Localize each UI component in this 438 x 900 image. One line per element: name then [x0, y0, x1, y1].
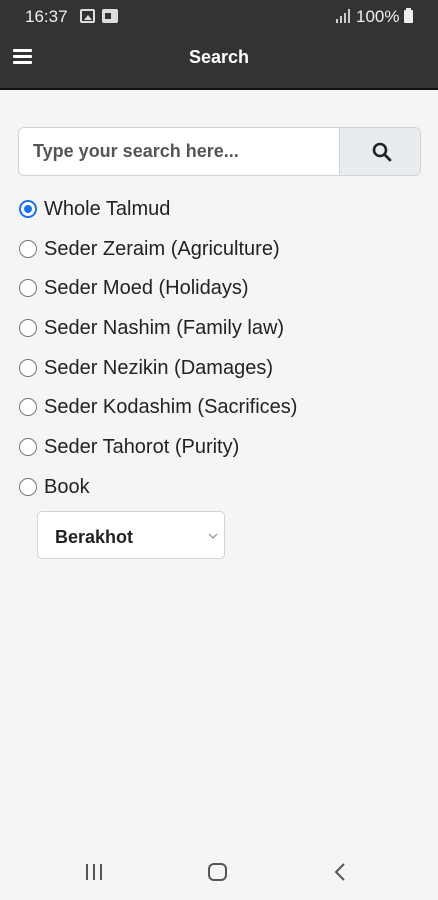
recent-apps-icon[interactable] [86, 864, 104, 880]
search-input[interactable] [19, 128, 339, 175]
gallery-icon [80, 9, 95, 23]
option-label: Book [44, 475, 90, 498]
option-label: Seder Moed (Holidays) [44, 277, 249, 300]
radio-button[interactable] [19, 438, 37, 457]
battery-percentage: 100% [356, 7, 400, 26]
photo-icon [102, 9, 118, 23]
radio-button[interactable] [19, 239, 37, 258]
search-button[interactable] [339, 128, 420, 175]
battery-icon [404, 8, 413, 23]
radio-button[interactable] [19, 200, 37, 218]
option-label: Seder Zeraim (Agriculture) [44, 237, 280, 260]
option-label: Whole Talmud [44, 198, 171, 220]
option-label: Seder Nezikin (Damages) [44, 356, 273, 379]
status-bar: 16:37 100% [0, 0, 438, 32]
radio-button[interactable] [19, 477, 37, 496]
option-label: Seder Kodashim (Sacrifices) [44, 396, 298, 419]
option-label: Seder Tahorot (Purity) [44, 436, 240, 459]
search-bar [18, 127, 421, 176]
option-label: Seder Nashim (Family law) [44, 317, 285, 340]
signal-icon [336, 9, 350, 23]
radio-button[interactable] [19, 398, 37, 417]
system-nav-bar [0, 840, 438, 900]
search-icon [372, 142, 392, 162]
status-time: 16:37 [25, 7, 68, 26]
app-header: 16:37 100% Search [0, 0, 438, 90]
chevron-down-icon [208, 533, 218, 539]
radio-button[interactable] [19, 358, 37, 377]
page-title: Search [188, 47, 250, 67]
home-icon[interactable] [208, 863, 227, 881]
radio-button[interactable] [19, 279, 37, 298]
book-select-value: Berakhot [55, 527, 134, 547]
book-select[interactable]: Berakhot [37, 511, 225, 559]
radio-button[interactable] [19, 319, 37, 338]
back-icon[interactable] [333, 862, 347, 882]
